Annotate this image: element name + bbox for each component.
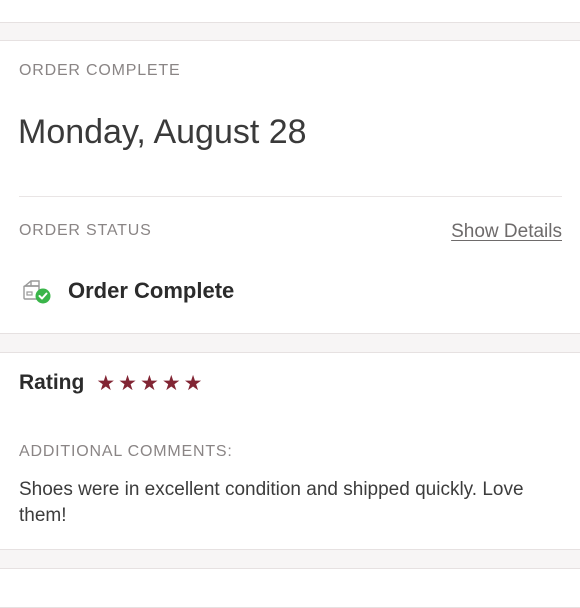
- order-status-row: Order Complete: [22, 278, 234, 304]
- star-icon: ★: [183, 371, 203, 395]
- order-date: Monday, August 28: [18, 113, 307, 151]
- comments-text: Shoes were in excellent condition and sh…: [19, 479, 524, 526]
- order-section-label: ORDER COMPLETE: [19, 62, 181, 79]
- comments-label: ADDITIONAL COMMENTS:: [19, 443, 233, 460]
- divider: [19, 196, 562, 197]
- order-status-text: Order Complete: [68, 278, 235, 303]
- star-icon: ★: [139, 371, 159, 395]
- review-card: Rating ★ ★ ★ ★ ★ ADDITIONAL COMMENTS: Shoes …: [0, 352, 580, 550]
- order-card: ORDER COMPLETE Monday, August 28 ORDER S…: [0, 40, 580, 334]
- top-divider-strip: [0, 0, 580, 23]
- show-details-link[interactable]: Show Details: [451, 221, 562, 243]
- rating-row: Rating ★ ★ ★ ★ ★: [19, 371, 205, 395]
- package-check-icon: [23, 280, 51, 304]
- next-card: [0, 568, 580, 608]
- rating-stars: ★ ★ ★ ★ ★: [96, 373, 205, 394]
- star-icon: ★: [96, 371, 116, 395]
- order-status-label: ORDER STATUS: [19, 222, 152, 239]
- star-icon: ★: [118, 371, 137, 395]
- rating-label: Rating: [19, 371, 85, 394]
- star-icon: ★: [161, 371, 181, 395]
